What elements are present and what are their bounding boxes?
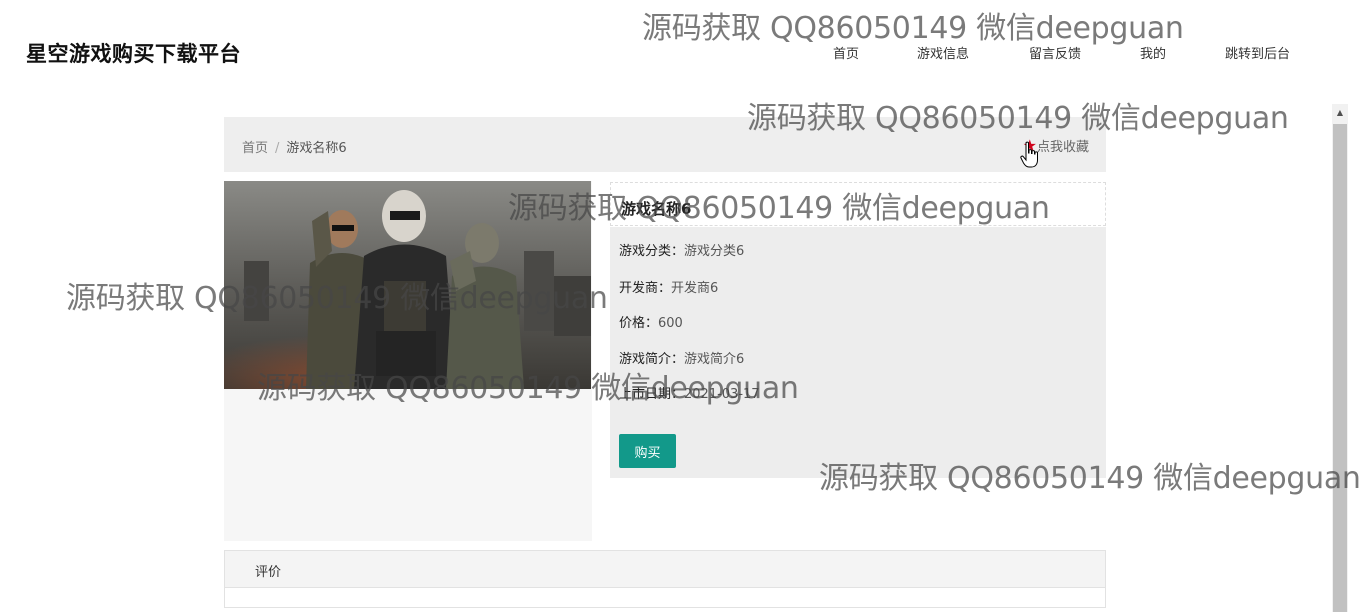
game-cover-image <box>224 181 591 389</box>
nav-item-feedback[interactable]: 留言反馈 <box>1029 43 1081 62</box>
nav-item-mine[interactable]: 我的 <box>1140 43 1166 62</box>
info-label: 开发商： <box>619 281 672 296</box>
info-value: 600 <box>658 316 683 331</box>
breadcrumb: 首页 / 游戏名称6 <box>242 137 347 156</box>
info-label: 上市日期： <box>619 387 685 402</box>
info-row-category: 游戏分类：游戏分类6 <box>619 240 744 259</box>
hand-cursor-icon <box>1020 141 1038 168</box>
vertical-scrollbar[interactable]: ▲ <box>1332 104 1348 612</box>
info-label: 游戏分类： <box>619 244 685 259</box>
info-value: 游戏分类6 <box>684 244 745 259</box>
breadcrumb-home[interactable]: 首页 <box>242 141 268 156</box>
game-title: 游戏名称6 <box>621 200 692 218</box>
breadcrumb-separator: / <box>275 141 280 156</box>
game-title-box: 游戏名称6 <box>610 182 1106 226</box>
nav-item-game-info[interactable]: 游戏信息 <box>917 43 969 62</box>
breadcrumb-current: 游戏名称6 <box>286 141 347 156</box>
info-value: 游戏简介6 <box>684 352 745 367</box>
review-header[interactable]: 评价 <box>225 551 1105 588</box>
info-row-description: 游戏简介：游戏简介6 <box>619 348 744 367</box>
breadcrumb-bar: 首页 / 游戏名称6 ★ 点我收藏 <box>224 117 1106 172</box>
info-label: 价格： <box>619 316 659 331</box>
info-label: 游戏简介： <box>619 352 685 367</box>
watermark: 源码获取 QQ86050149 微信deepguan <box>642 11 1184 46</box>
info-value: 开发商6 <box>671 281 719 296</box>
review-header-label: 评价 <box>255 565 282 580</box>
game-info-panel: 游戏分类：游戏分类6 开发商：开发商6 价格：600 游戏简介：游戏简介6 上市… <box>610 227 1106 478</box>
info-value: 2021-03-17 <box>684 387 760 402</box>
info-row-release-date: 上市日期：2021-03-17 <box>619 383 760 402</box>
game-image-panel <box>224 181 592 541</box>
nav-item-admin[interactable]: 跳转到后台 <box>1225 43 1290 62</box>
buy-button[interactable]: 购买 <box>619 434 676 468</box>
scroll-up-icon[interactable]: ▲ <box>1332 104 1348 122</box>
review-section: 评价 <box>224 550 1106 608</box>
info-row-developer: 开发商：开发商6 <box>619 277 718 296</box>
site-title: 星空游戏购买下载平台 <box>26 42 241 66</box>
info-row-price: 价格：600 <box>619 312 683 331</box>
nav-item-home[interactable]: 首页 <box>833 43 859 62</box>
scroll-thumb[interactable] <box>1333 124 1347 612</box>
favorite-label: 点我收藏 <box>1036 140 1089 155</box>
